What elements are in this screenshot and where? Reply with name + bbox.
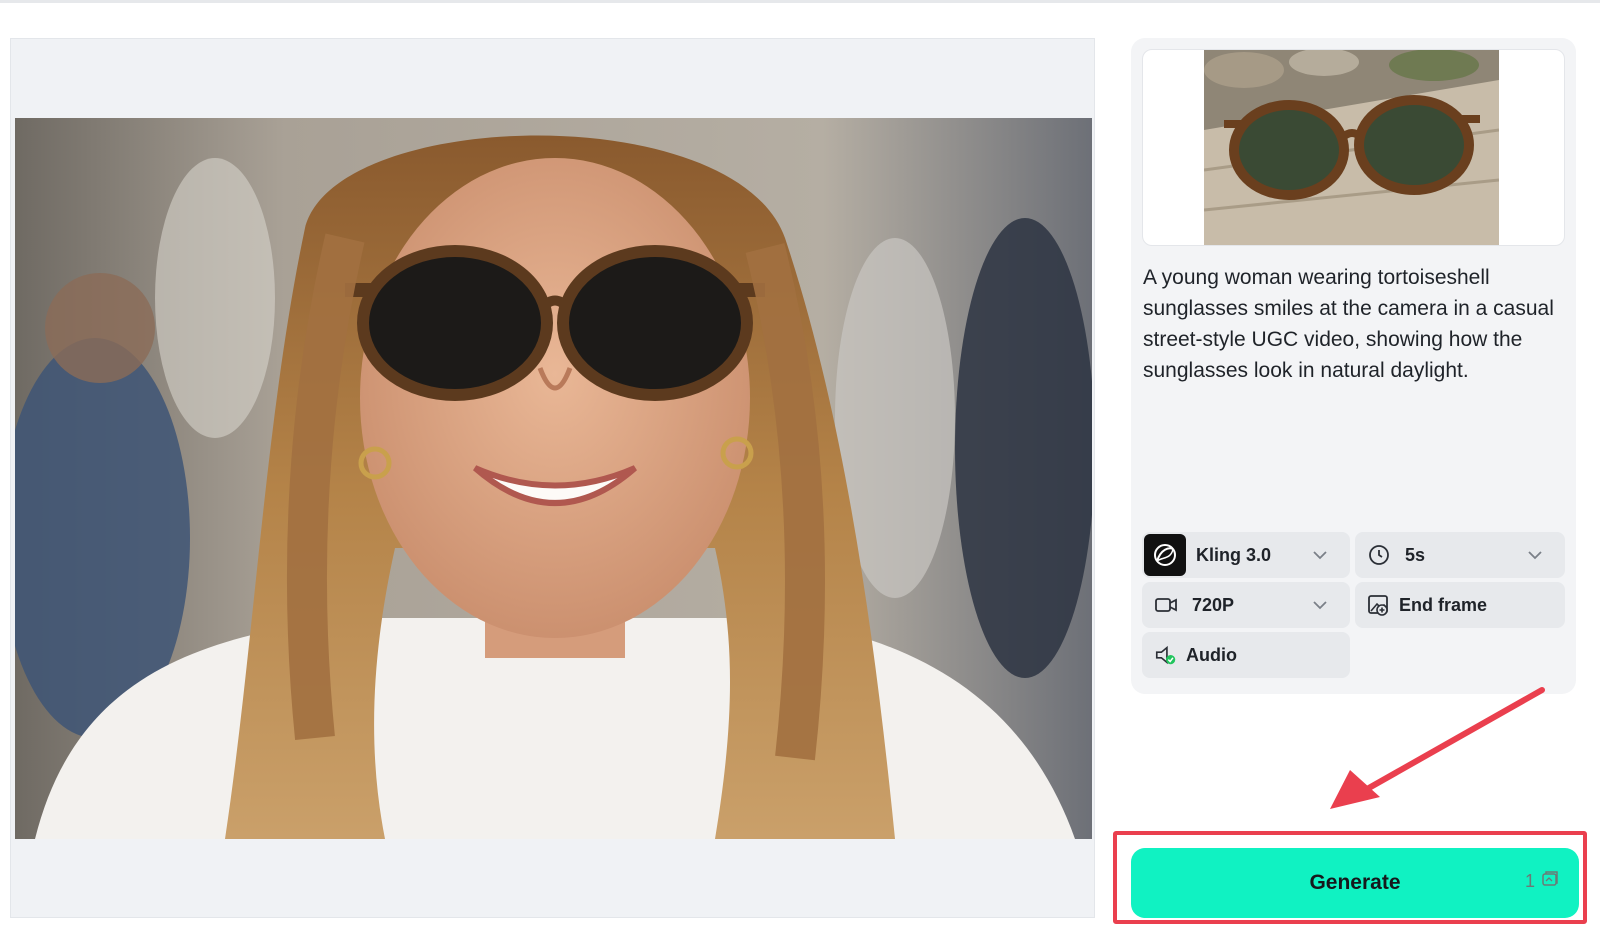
audio-toggle[interactable]: Audio bbox=[1142, 632, 1350, 678]
credits-indicator: 1 bbox=[1525, 870, 1559, 893]
credits-count: 1 bbox=[1524, 871, 1535, 891]
preview-illustration bbox=[15, 118, 1092, 839]
reference-image bbox=[1204, 50, 1499, 245]
end-frame-label: End frame bbox=[1399, 594, 1488, 615]
kling-logo-icon bbox=[1144, 534, 1186, 576]
credit-icon bbox=[1541, 870, 1559, 893]
chevron-down-icon bbox=[1525, 545, 1545, 565]
audio-label: Audio bbox=[1186, 644, 1237, 665]
prompt-text[interactable]: A young woman wearing tortoiseshell sung… bbox=[1143, 262, 1571, 386]
chevron-down-icon bbox=[1310, 545, 1330, 565]
end-frame-button[interactable]: End frame bbox=[1355, 582, 1565, 628]
generate-button[interactable]: Generate 1 bbox=[1131, 848, 1579, 918]
resolution-select[interactable]: 720P bbox=[1142, 582, 1350, 628]
video-preview-area bbox=[10, 38, 1095, 918]
reference-image-card[interactable] bbox=[1142, 49, 1565, 246]
resolution-label: 720P bbox=[1192, 594, 1235, 615]
pointer-arrow-icon bbox=[1330, 687, 1545, 809]
clock-icon bbox=[1367, 543, 1391, 567]
duration-label: 5s bbox=[1405, 544, 1426, 565]
audio-toggle-icon bbox=[1154, 643, 1178, 667]
reference-illustration bbox=[1204, 50, 1499, 245]
model-select[interactable]: Kling 3.0 bbox=[1142, 532, 1350, 578]
top-divider bbox=[0, 0, 1600, 3]
duration-select[interactable]: 5s bbox=[1355, 532, 1565, 578]
generate-label: Generate bbox=[1309, 871, 1401, 894]
preview-image bbox=[15, 118, 1092, 839]
generation-settings-panel: A young woman wearing tortoiseshell sung… bbox=[1131, 38, 1576, 694]
model-label: Kling 3.0 bbox=[1196, 544, 1272, 565]
video-camera-icon bbox=[1154, 593, 1178, 617]
image-add-icon bbox=[1367, 593, 1391, 617]
chevron-down-icon bbox=[1310, 595, 1330, 615]
